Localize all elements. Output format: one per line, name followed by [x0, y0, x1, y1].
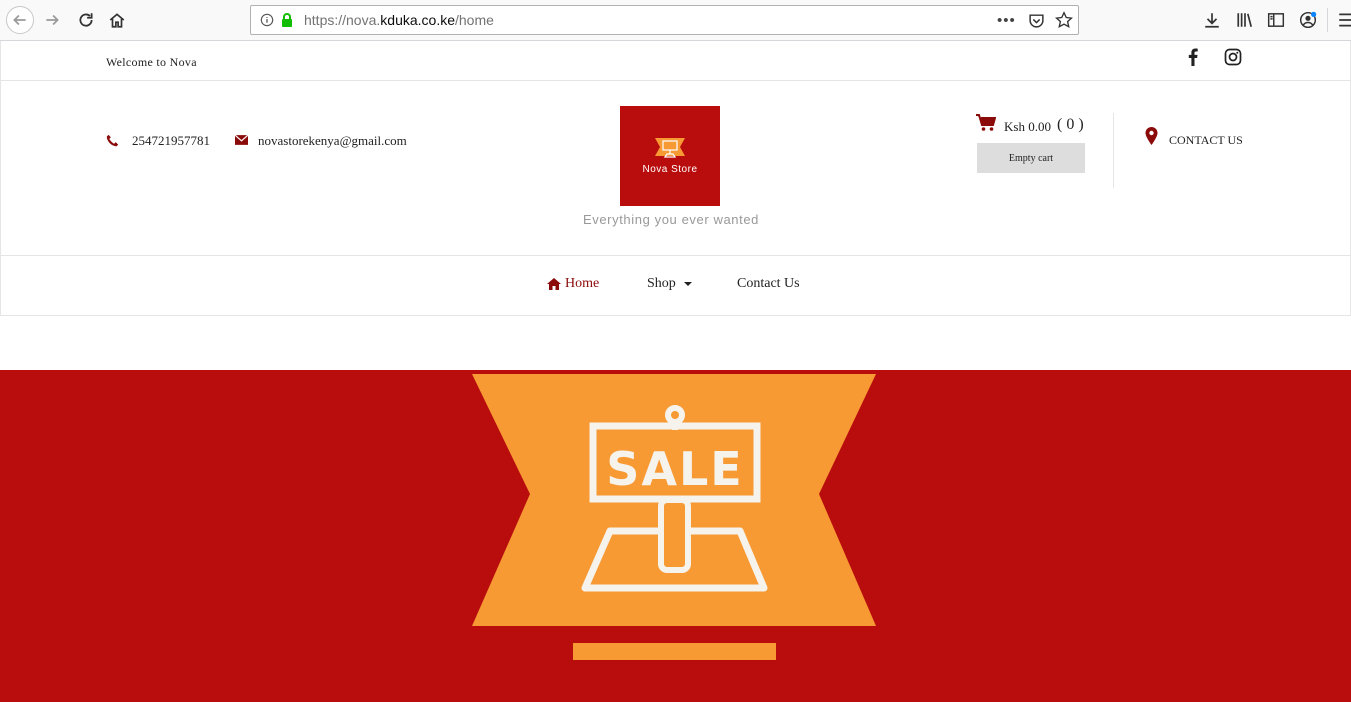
sale-sign-icon [655, 138, 685, 158]
download-icon[interactable] [1203, 11, 1221, 29]
cart-icon[interactable] [976, 114, 996, 132]
sale-text: SALE [606, 442, 743, 496]
cart-count[interactable]: ( 0 ) [1057, 116, 1084, 134]
map-pin-icon [1145, 127, 1158, 145]
url-text[interactable]: https://nova.kduka.co.ke/home [304, 12, 494, 28]
tagline: Everything you ever wanted [582, 212, 760, 227]
store-logo[interactable]: Nova Store [620, 106, 720, 206]
facebook-icon[interactable] [1186, 48, 1200, 66]
instagram-icon[interactable] [1224, 48, 1242, 66]
nav-shop-label: Shop [647, 276, 676, 291]
home-browser-button[interactable] [103, 6, 131, 34]
nav-item-shop[interactable]: Shop [647, 276, 692, 292]
email-address[interactable]: novastorekenya@gmail.com [258, 133, 407, 149]
browser-toolbar: https://nova.kduka.co.ke/home ••• [0, 0, 1351, 41]
site-header: 254721957781 novastorekenya@gmail.com No… [0, 81, 1351, 256]
toolbar-divider [1327, 8, 1328, 32]
info-icon[interactable] [260, 13, 274, 27]
account-icon[interactable] [1299, 11, 1317, 29]
reload-button[interactable] [72, 6, 100, 34]
bookmark-star-icon[interactable] [1055, 11, 1073, 29]
contact-us-link[interactable]: CONTACT US [1169, 133, 1243, 148]
sidebar-icon[interactable] [1267, 11, 1285, 29]
reload-icon [79, 13, 93, 27]
phone-number[interactable]: 254721957781 [132, 133, 210, 149]
empty-cart-button[interactable]: Empty cart [977, 143, 1085, 173]
menu-icon[interactable] [1337, 11, 1351, 29]
header-divider [1113, 113, 1114, 188]
arrow-right-icon [46, 14, 59, 26]
forward-button[interactable] [38, 6, 66, 34]
cart-total[interactable]: Ksh 0.00 [1004, 119, 1051, 135]
arrow-left-icon [13, 14, 26, 26]
welcome-text: Welcome to Nova [106, 55, 197, 69]
chevron-down-icon [683, 282, 692, 286]
pocket-icon[interactable] [1028, 12, 1045, 29]
lock-icon[interactable] [280, 12, 294, 28]
phone-icon [106, 134, 119, 147]
top-bar: Welcome to Nova [0, 41, 1351, 81]
nav-item-contact[interactable]: Contact Us [737, 276, 800, 292]
sale-banner[interactable]: SALE [0, 370, 1351, 702]
page-actions-icon[interactable]: ••• [997, 12, 1016, 29]
main-navigation: Home Shop Contact Us [0, 256, 1351, 316]
sale-banner-graphic: SALE [472, 374, 876, 660]
home-icon [547, 278, 561, 290]
envelope-icon [235, 135, 248, 145]
nav-item-home[interactable]: Home [547, 276, 599, 292]
address-bar[interactable]: https://nova.kduka.co.ke/home ••• [250, 5, 1079, 35]
back-button[interactable] [6, 6, 34, 34]
library-icon[interactable] [1236, 11, 1254, 29]
logo-text: Nova Store [642, 164, 698, 175]
house-icon [109, 13, 125, 28]
nav-home-label: Home [565, 276, 600, 291]
